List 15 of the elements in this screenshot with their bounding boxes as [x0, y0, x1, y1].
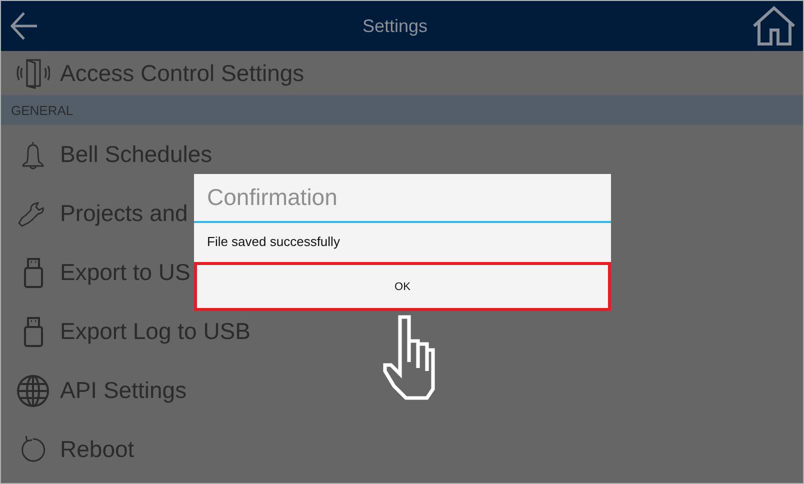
screen-title: Settings: [362, 16, 428, 36]
menu-item-label[interactable]: Reboot: [60, 436, 134, 463]
globe-icon: [16, 374, 50, 408]
door-icon: [16, 56, 50, 90]
dialog-title: Confirmation: [194, 174, 611, 223]
menu-item-label[interactable]: API Settings: [60, 377, 187, 404]
menu-item-label[interactable]: Bell Schedules: [60, 141, 212, 168]
ok-button[interactable]: OK: [194, 262, 611, 311]
home-icon[interactable]: [750, 6, 797, 46]
menu-item-label[interactable]: Export Log to USB: [60, 318, 250, 345]
dialog-message: File saved successfully: [206, 233, 341, 251]
menu-item-label[interactable]: Access Control Settings: [60, 60, 304, 86]
section-header: GENERAL: [1, 95, 803, 125]
menu-item-label[interactable]: Export to US: [60, 259, 190, 286]
menu-item-label[interactable]: Projects and: [60, 200, 188, 227]
